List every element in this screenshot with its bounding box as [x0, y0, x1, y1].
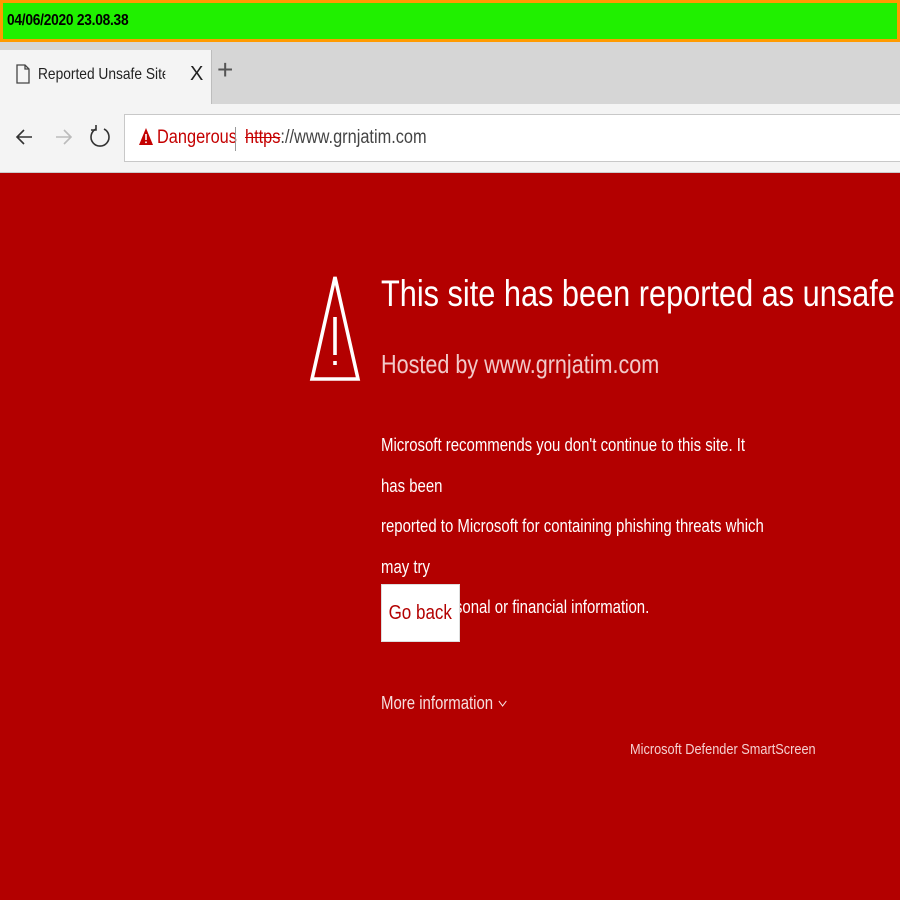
timestamp-bar: 04/06/2020 23.08.38 [0, 0, 900, 42]
more-information-label: More information [381, 693, 494, 713]
description-line-1: Microsoft recommends you don't continue … [381, 435, 746, 496]
url-scheme: https [245, 127, 281, 148]
go-back-label: Go back [388, 602, 453, 624]
hosted-by-text: Hosted by www.grnjatim.com [381, 349, 660, 379]
warning-triangle-icon [139, 128, 153, 145]
new-tab-button[interactable]: + [217, 56, 233, 84]
warning-page: This site has been reported as unsafe Ho… [0, 173, 900, 900]
timestamp-text: 04/06/2020 23.08.38 [7, 12, 129, 29]
refresh-icon[interactable] [85, 122, 115, 152]
description-line-2: reported to Microsoft for containing phi… [381, 516, 764, 577]
chevron-down-icon [498, 700, 507, 707]
address-bar[interactable]: Dangerous https://www.grnjatim.com [124, 114, 900, 162]
forward-arrow-icon[interactable] [48, 122, 78, 152]
address-separator [235, 127, 236, 151]
page-title: This site has been reported as unsafe [381, 273, 895, 314]
tab-strip: Reported Unsafe Site: Navigation X [0, 42, 900, 104]
security-status-label[interactable]: Dangerous [157, 127, 237, 149]
url-host: ://www.grnjatim.com [280, 127, 427, 148]
go-back-button[interactable]: Go back [381, 584, 460, 642]
more-information-link[interactable]: More information [381, 693, 507, 714]
back-arrow-icon[interactable] [10, 122, 40, 152]
page-icon [16, 64, 30, 84]
url-text[interactable]: https://www.grnjatim.com [245, 127, 427, 149]
tab-title: Reported Unsafe Site: Navigation [38, 66, 165, 83]
browser-tab[interactable]: Reported Unsafe Site: Navigation X [0, 50, 212, 104]
navigation-bar: Dangerous https://www.grnjatim.com [0, 104, 900, 173]
tab-close-icon[interactable]: X [190, 64, 203, 84]
smartscreen-footer: Microsoft Defender SmartScreen [630, 741, 816, 758]
large-warning-icon [309, 276, 361, 381]
